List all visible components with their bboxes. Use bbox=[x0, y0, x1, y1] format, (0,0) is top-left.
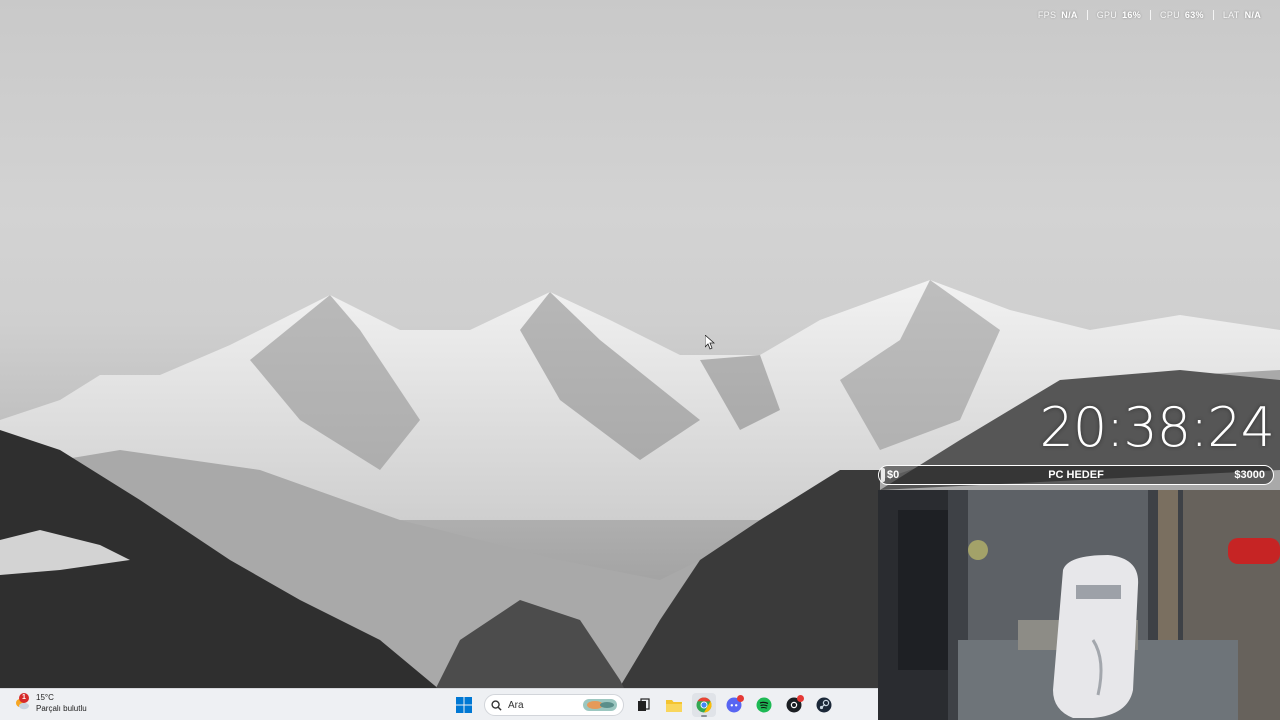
gpu-value: 16% bbox=[1122, 10, 1142, 20]
mouse-cursor-icon bbox=[705, 335, 715, 350]
notification-badge: 1 bbox=[19, 693, 29, 703]
search-icon bbox=[491, 699, 502, 711]
fps-stat: FPS N/A bbox=[1029, 10, 1087, 20]
goal-end-amount: $3000 bbox=[1234, 469, 1265, 481]
webcam-feed bbox=[878, 490, 1280, 720]
weather-text: 15°C Parçalı bulutlu bbox=[36, 692, 87, 714]
windows-icon bbox=[456, 697, 472, 713]
gpu-stat: GPU 16% bbox=[1086, 10, 1150, 20]
taskbar-apps: Ara bbox=[452, 693, 836, 717]
goal-title: PC HEDEF bbox=[1048, 469, 1104, 481]
lat-value: N/A bbox=[1244, 10, 1261, 20]
steam-icon bbox=[816, 697, 832, 713]
file-explorer-button[interactable] bbox=[662, 693, 686, 717]
partly-cloudy-icon: 1 bbox=[14, 693, 30, 711]
weather-condition: Parçalı bulutlu bbox=[36, 704, 87, 713]
spotify-icon bbox=[756, 697, 772, 713]
cpu-value: 63% bbox=[1184, 10, 1204, 20]
chrome-icon bbox=[696, 697, 712, 713]
cpu-stat: CPU 63% bbox=[1150, 10, 1213, 20]
weather-temperature: 15°C bbox=[36, 693, 54, 702]
github-button[interactable] bbox=[782, 693, 806, 717]
github-notification-badge bbox=[797, 695, 804, 702]
gpu-label: GPU bbox=[1096, 10, 1118, 20]
chrome-button[interactable] bbox=[692, 693, 716, 717]
steam-button[interactable] bbox=[812, 693, 836, 717]
folder-icon bbox=[666, 700, 682, 712]
taskbar-search[interactable]: Ara bbox=[484, 694, 624, 716]
lat-stat: LAT N/A bbox=[1212, 10, 1270, 20]
task-view-icon bbox=[638, 698, 650, 711]
search-highlight-icon bbox=[583, 699, 617, 711]
fps-value: N/A bbox=[1061, 10, 1078, 20]
start-button[interactable] bbox=[452, 693, 476, 717]
lat-label: LAT bbox=[1222, 10, 1240, 20]
performance-overlay: FPS N/A GPU 16% CPU 63% LAT N/A bbox=[1029, 10, 1270, 20]
task-view-button[interactable] bbox=[632, 693, 656, 717]
search-placeholder: Ara bbox=[508, 699, 524, 711]
spotify-button[interactable] bbox=[752, 693, 776, 717]
weather-widget[interactable]: 1 15°C Parçalı bulutlu bbox=[14, 692, 87, 714]
fps-label: FPS bbox=[1037, 10, 1057, 20]
stream-clock: 20:38:24 bbox=[1039, 396, 1275, 459]
webcam-scene bbox=[878, 490, 1280, 720]
cpu-label: CPU bbox=[1160, 10, 1180, 20]
discord-button[interactable] bbox=[722, 693, 746, 717]
taskbar: 1 15°C Parçalı bulutlu Ara bbox=[0, 688, 878, 720]
discord-notification-badge bbox=[737, 695, 744, 702]
donation-goal-bar: $0 PC HEDEF $3000 bbox=[878, 465, 1274, 485]
